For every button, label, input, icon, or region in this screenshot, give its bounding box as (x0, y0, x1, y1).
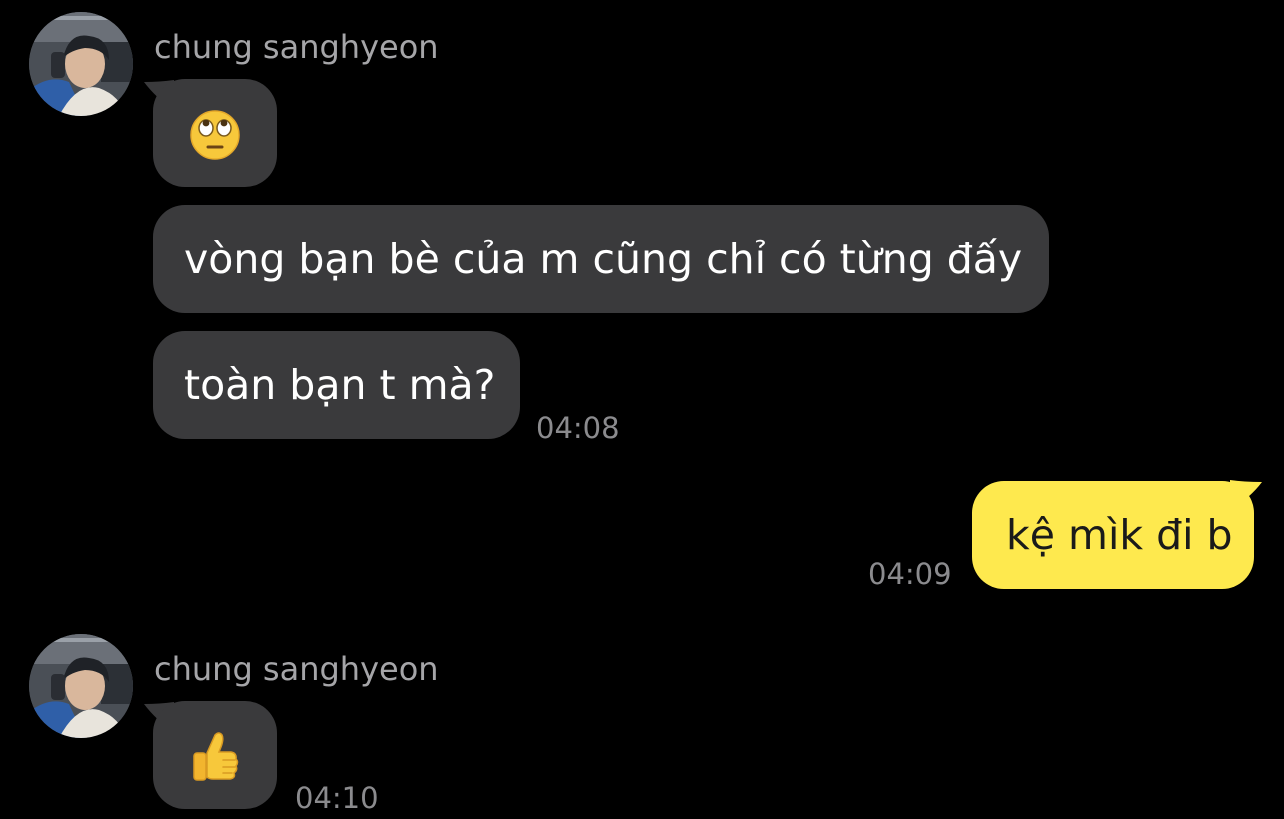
message-bubble[interactable]: vòng bạn bè của m cũng chỉ có từng đấy (153, 205, 1049, 313)
profile-photo-icon (29, 634, 133, 738)
face-with-rolling-eyes-emoji-icon (190, 110, 240, 160)
message-text: toàn bạn t mà? (184, 361, 496, 409)
message-text: kệ mìk đi b (1006, 511, 1233, 559)
message-bubble[interactable] (153, 701, 277, 809)
message-text: vòng bạn bè của m cũng chỉ có từng đấy (184, 235, 1023, 283)
sender-name: chung sanghyeon (154, 28, 439, 66)
message-timestamp: 04:08 (536, 411, 620, 445)
sender-avatar[interactable] (29, 634, 133, 738)
message-bubble[interactable] (153, 79, 277, 187)
message-timestamp: 04:09 (868, 557, 952, 591)
chat-screen: chung sanghyeon vòng bạn bè của m cũng c… (0, 0, 1284, 819)
sender-avatar[interactable] (29, 12, 133, 116)
profile-photo-icon (29, 12, 133, 116)
message-bubble[interactable]: toàn bạn t mà? (153, 331, 520, 439)
thumbs-up-emoji-icon (193, 732, 239, 781)
message-bubble[interactable]: kệ mìk đi b (972, 481, 1254, 589)
sender-name: chung sanghyeon (154, 650, 439, 688)
message-timestamp: 04:10 (295, 781, 379, 815)
